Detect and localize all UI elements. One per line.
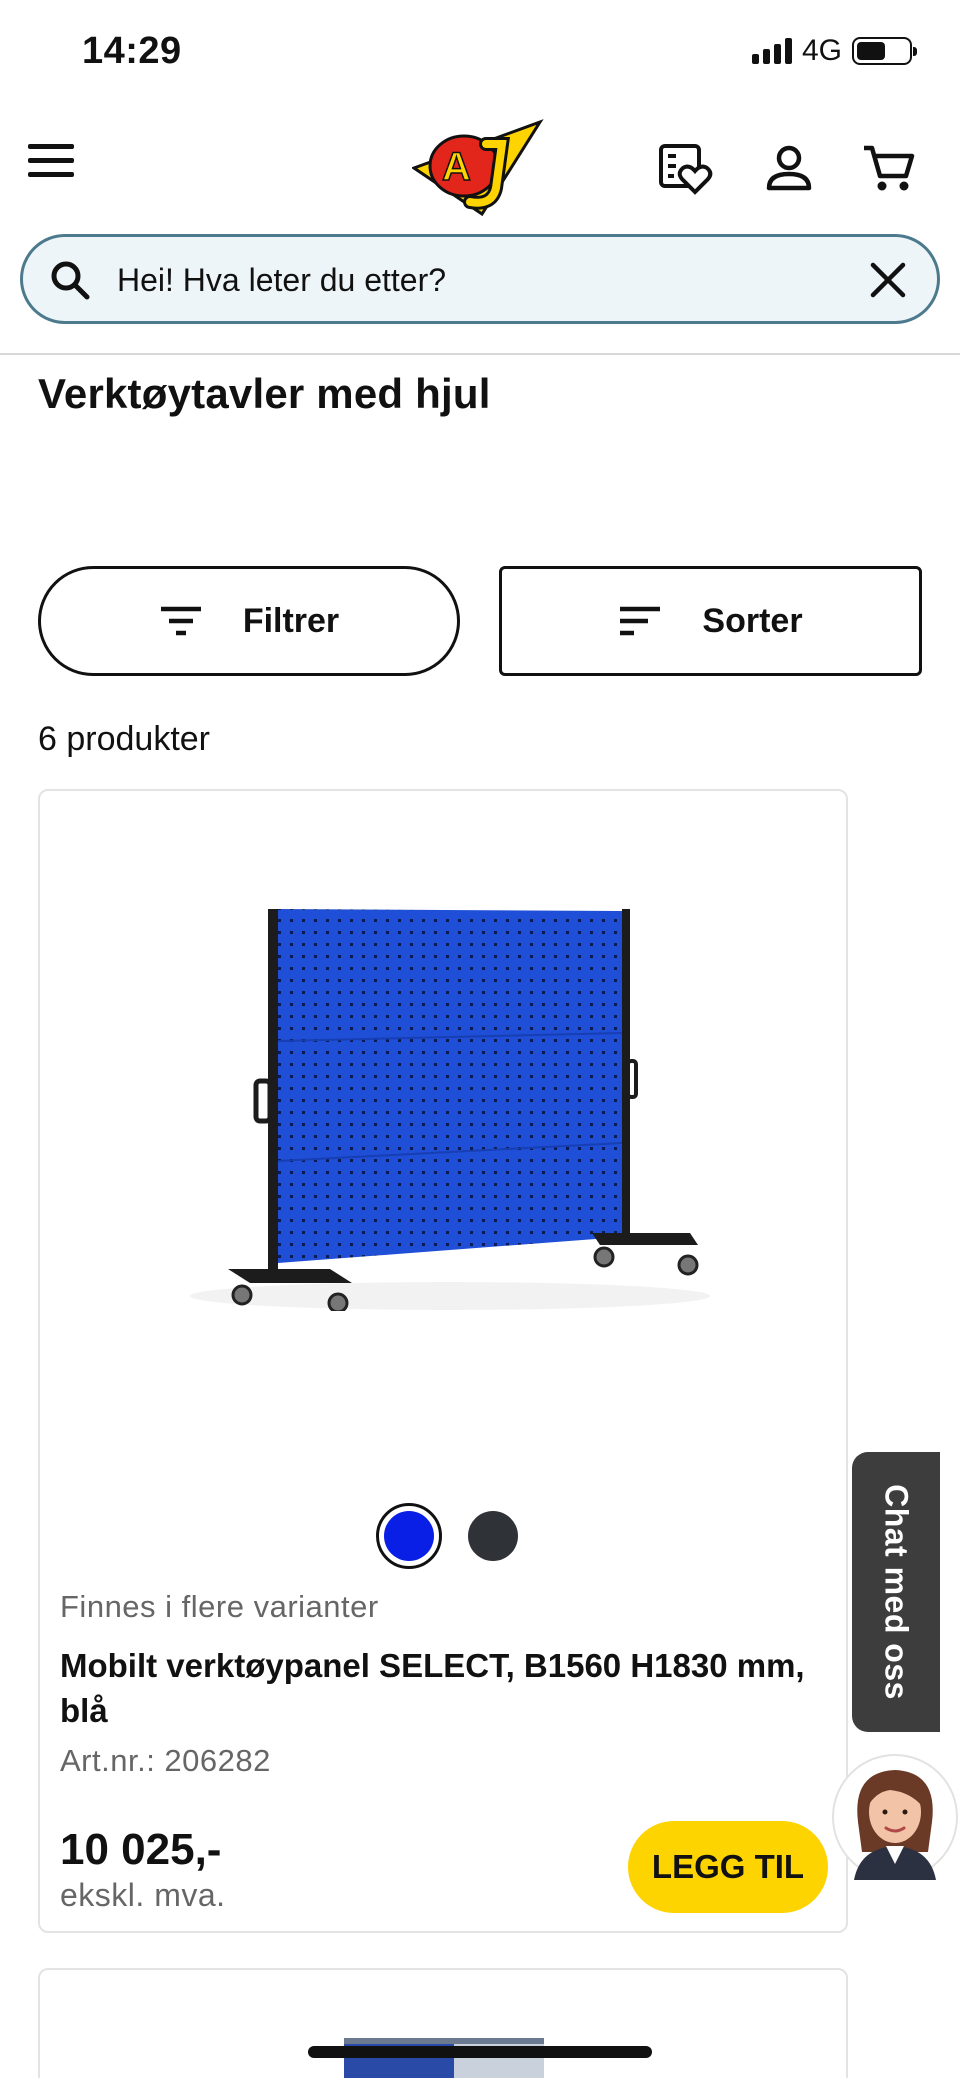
search-icon[interactable] bbox=[47, 257, 93, 303]
status-bar: 14:29 4G bbox=[0, 0, 960, 104]
article-number: Art.nr.: 206282 bbox=[60, 1743, 271, 1778]
battery-icon bbox=[852, 37, 917, 65]
hamburger-menu-icon[interactable] bbox=[28, 144, 74, 180]
color-swatches bbox=[376, 1503, 518, 1569]
variants-text: Finnes i flere varianter bbox=[60, 1589, 379, 1624]
status-time: 14:29 bbox=[82, 30, 182, 72]
swatch-blue bbox=[384, 1511, 434, 1561]
filter-button[interactable]: Filtrer bbox=[38, 566, 460, 676]
chat-label: Chat med oss bbox=[878, 1484, 915, 1700]
account-icon[interactable] bbox=[760, 140, 818, 198]
status-indicators: 4G bbox=[751, 34, 917, 68]
filter-label: Filtrer bbox=[242, 601, 340, 640]
product-card[interactable] bbox=[38, 1968, 848, 2078]
add-to-cart-button[interactable]: LEGG TIL bbox=[628, 1821, 828, 1913]
product-price: 10 025,- bbox=[60, 1825, 222, 1874]
search-input[interactable] bbox=[117, 257, 857, 303]
home-indicator bbox=[308, 2046, 652, 2058]
svg-text:A: A bbox=[442, 145, 471, 189]
chat-tab[interactable]: Chat med oss bbox=[852, 1452, 940, 1732]
product-card[interactable]: Finnes i flere varianter Mobilt verktøyp… bbox=[38, 789, 848, 1933]
chat-avatar-icon[interactable] bbox=[830, 1752, 960, 1882]
search-bar bbox=[20, 234, 940, 324]
product-image[interactable] bbox=[130, 891, 770, 1311]
sort-icon bbox=[620, 606, 661, 636]
vat-note: ekskl. mva. bbox=[60, 1877, 226, 1913]
site-header: A bbox=[0, 104, 960, 228]
close-icon[interactable] bbox=[867, 259, 909, 301]
network-type: 4G bbox=[801, 34, 842, 67]
product-count: 6 produkter bbox=[38, 720, 210, 758]
swatch-blue-selected[interactable] bbox=[376, 1503, 442, 1569]
aj-logo[interactable]: A bbox=[412, 114, 548, 218]
sort-label: Sorter bbox=[702, 601, 803, 640]
sort-button[interactable]: Sorter bbox=[499, 566, 922, 676]
swatch-dark-grey[interactable] bbox=[468, 1511, 518, 1561]
cart-icon[interactable] bbox=[860, 140, 918, 198]
product-name[interactable]: Mobilt verktøypanel SELECT, B1560 H1830 … bbox=[60, 1643, 820, 1733]
page-title: Verktøytavler med hjul bbox=[38, 370, 491, 417]
signal-icon bbox=[751, 38, 792, 64]
wishlist-icon[interactable] bbox=[656, 140, 714, 198]
filter-icon bbox=[160, 606, 201, 636]
header-divider bbox=[0, 353, 960, 355]
